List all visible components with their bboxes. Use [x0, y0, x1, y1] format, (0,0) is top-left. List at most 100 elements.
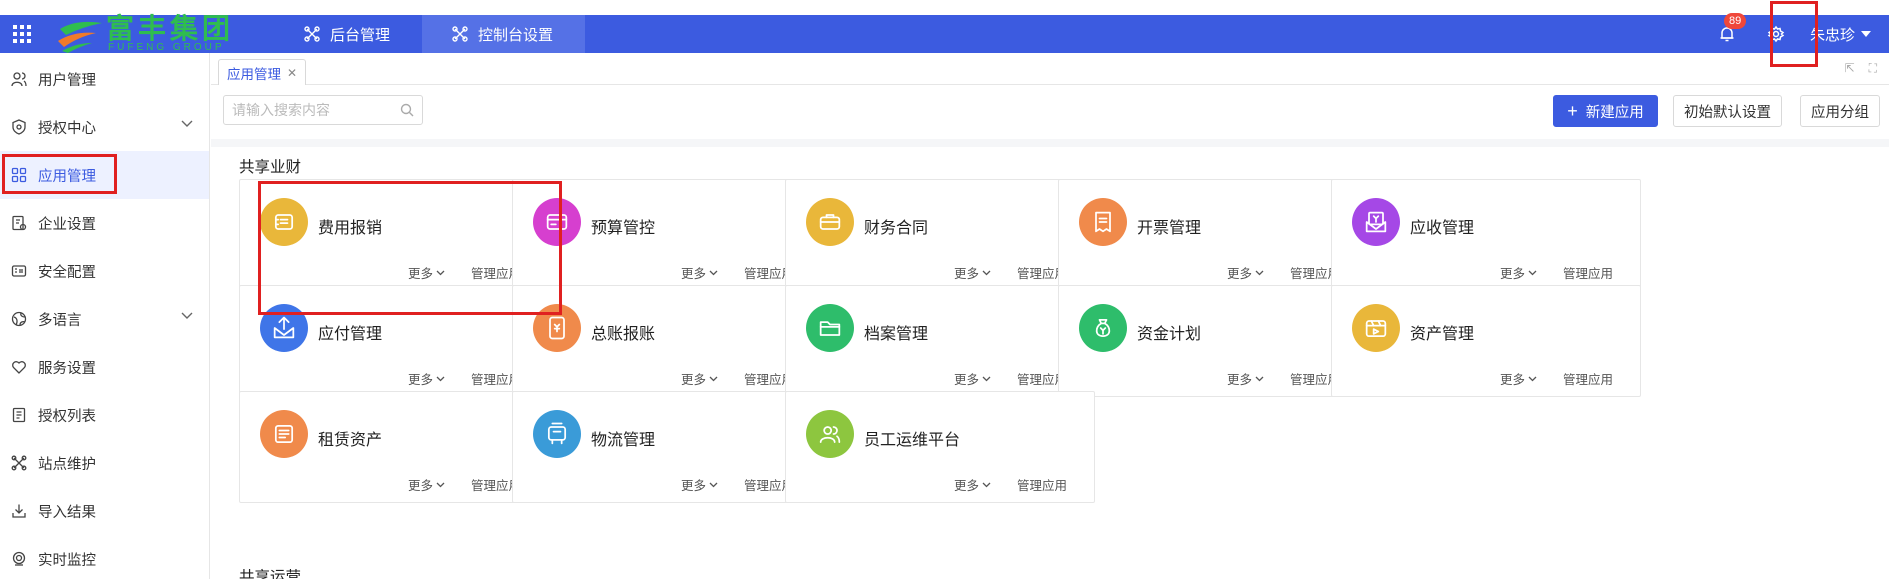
app-name: 预算管控 — [591, 220, 656, 237]
manage-app-button[interactable]: 管理应用 — [1017, 475, 1067, 494]
sidebar-item-label: 多语言 — [38, 312, 82, 329]
card-actions: 更多 管理应用 — [681, 369, 794, 388]
nav-tab-console[interactable]: 控制台设置 — [422, 15, 586, 53]
sidebar-item-auth-center[interactable]: 授权中心 — [0, 103, 209, 151]
app-grid-icon[interactable] — [0, 15, 44, 53]
app-card[interactable]: 物流管理 更多 管理应用 — [512, 391, 822, 503]
sidebar-item-label: 企业设置 — [38, 216, 96, 233]
toolbar: + 新建应用 初始默认设置 应用分组 — [211, 85, 1889, 139]
more-button[interactable]: 更多 — [681, 263, 718, 282]
app-name: 员工运维平台 — [864, 432, 961, 449]
sidebar-item-enterprise-settings[interactable]: 企业设置 — [0, 199, 209, 247]
building-doc-icon — [10, 214, 28, 232]
app-name: 资金计划 — [1137, 326, 1202, 343]
shield-icon — [10, 118, 28, 136]
notification-button[interactable]: 89 — [1712, 13, 1747, 53]
app-name: 资产管理 — [1410, 326, 1475, 343]
app-name: 租赁资产 — [318, 432, 383, 449]
app-name: 档案管理 — [864, 326, 929, 343]
chevron-down-icon — [436, 482, 445, 487]
highlight-sidebar-app-management — [2, 154, 117, 194]
app-group-label: 应用分组 — [1811, 104, 1869, 121]
app-name: 财务合同 — [864, 220, 929, 237]
fullscreen-icon[interactable]: ⛶ — [1869, 61, 1877, 76]
more-button[interactable]: 更多 — [681, 369, 718, 388]
highlight-settings-gear — [1770, 1, 1818, 67]
app-card[interactable]: 租赁资产 更多 管理应用 — [239, 391, 549, 503]
more-label: 更多 — [1499, 267, 1525, 281]
invoice-icon — [1079, 198, 1127, 246]
more-button[interactable]: 更多 — [954, 369, 991, 388]
company-logo: 富丰集团 FUFENG GROUP — [44, 15, 244, 53]
more-button[interactable]: 更多 — [954, 263, 991, 282]
main-area: 应用管理 ✕ ⇱ ⛶ + 新建应用 初始默认设置 应用分组 共享业财 费用报销更… — [211, 53, 1889, 579]
app-card[interactable]: 员工运维平台更多 管理应用 — [785, 391, 1095, 503]
chevron-down-icon — [709, 270, 718, 275]
section-title-next: 共享运营 — [239, 569, 302, 579]
search-input[interactable] — [232, 102, 392, 118]
user-icon — [10, 70, 28, 88]
more-button[interactable]: 更多 — [681, 475, 718, 494]
app-group-button[interactable]: 应用分组 — [1800, 95, 1880, 127]
page-tab-app-management[interactable]: 应用管理 ✕ — [218, 59, 307, 85]
more-button[interactable]: 更多 — [1227, 263, 1264, 282]
wrench-icon — [452, 26, 468, 42]
reset-default-button[interactable]: 初始默认设置 — [1673, 95, 1782, 127]
app-name: 应收管理 — [1410, 220, 1475, 237]
more-button[interactable]: 更多 — [954, 475, 991, 494]
sidebar-item-import-results[interactable]: 导入结果 — [0, 487, 209, 535]
app-card[interactable]: 财务合同 更多 管理应用 — [785, 179, 1095, 291]
asset-icon — [1352, 304, 1400, 352]
chevron-down-icon — [709, 376, 718, 381]
more-button[interactable]: 更多 — [408, 475, 445, 494]
app-card[interactable]: 应收管理更多 管理应用 — [1331, 179, 1641, 291]
staff-icon — [806, 410, 854, 458]
card-actions: 更多 管理应用 — [1500, 263, 1613, 282]
app-card[interactable]: 资产管理更多 管理应用 — [1331, 285, 1641, 397]
sidebar-item-label: 安全配置 — [38, 264, 96, 281]
user-menu[interactable]: 朱忠珍 — [1810, 24, 1889, 45]
nav-tab-backend[interactable]: 后台管理 — [274, 15, 422, 53]
sidebar-item-site-maintenance[interactable]: 站点维护 — [0, 439, 209, 487]
close-icon[interactable]: ✕ — [287, 66, 297, 80]
sidebar-item-users[interactable]: 用户管理 — [0, 55, 209, 103]
manage-app-button[interactable]: 管理应用 — [1563, 369, 1613, 388]
plus-icon: + — [1567, 101, 1578, 121]
sidebar-item-service-settings[interactable]: 服务设置 — [0, 343, 209, 391]
chevron-down-icon — [181, 312, 193, 319]
top-header: 富丰集团 FUFENG GROUP 后台管理 控制台设置 89 朱忠珍 — [0, 13, 1889, 53]
more-label: 更多 — [407, 373, 433, 387]
app-card[interactable]: 档案管理 更多 管理应用 — [785, 285, 1095, 397]
monitor-icon — [10, 550, 28, 568]
more-label: 更多 — [407, 479, 433, 493]
more-button[interactable]: 更多 — [1500, 263, 1537, 282]
chevron-down-icon — [709, 482, 718, 487]
list-icon — [10, 406, 28, 424]
section-title: 共享业财 — [239, 159, 302, 176]
search-box[interactable] — [223, 95, 423, 125]
import-icon — [10, 502, 28, 520]
sidebar-item-realtime-monitor[interactable]: 实时监控 — [0, 535, 209, 579]
sidebar-item-label: 导入结果 — [38, 504, 96, 521]
sidebar-item-label: 用户管理 — [38, 72, 96, 89]
new-app-button[interactable]: + 新建应用 — [1553, 95, 1658, 127]
sidebar-item-multilanguage[interactable]: 多语言 — [0, 295, 209, 343]
sidebar-item-label: 服务设置 — [38, 360, 96, 377]
search-icon[interactable] — [400, 103, 414, 117]
app-card[interactable]: 资金计划 更多 管理应用 — [1058, 285, 1368, 397]
more-button[interactable]: 更多 — [1500, 369, 1537, 388]
more-button[interactable]: 更多 — [408, 369, 445, 388]
highlight-expense-card — [258, 181, 562, 315]
sidebar-item-security-config[interactable]: 安全配置 — [0, 247, 209, 295]
app-card[interactable]: 开票管理 更多 管理应用 — [1058, 179, 1368, 291]
sidebar-item-auth-list[interactable]: 授权列表 — [0, 391, 209, 439]
nav-tab-label: 后台管理 — [330, 26, 391, 44]
chevron-down-icon — [436, 376, 445, 381]
manage-app-button[interactable]: 管理应用 — [1563, 263, 1613, 282]
collapse-icon[interactable]: ⇱ — [1845, 61, 1855, 76]
chevron-down-icon — [1528, 270, 1537, 275]
more-button[interactable]: 更多 — [1227, 369, 1264, 388]
chevron-down-icon — [181, 120, 193, 127]
sidebar-item-label: 站点维护 — [38, 456, 96, 473]
globe-icon — [10, 310, 28, 328]
